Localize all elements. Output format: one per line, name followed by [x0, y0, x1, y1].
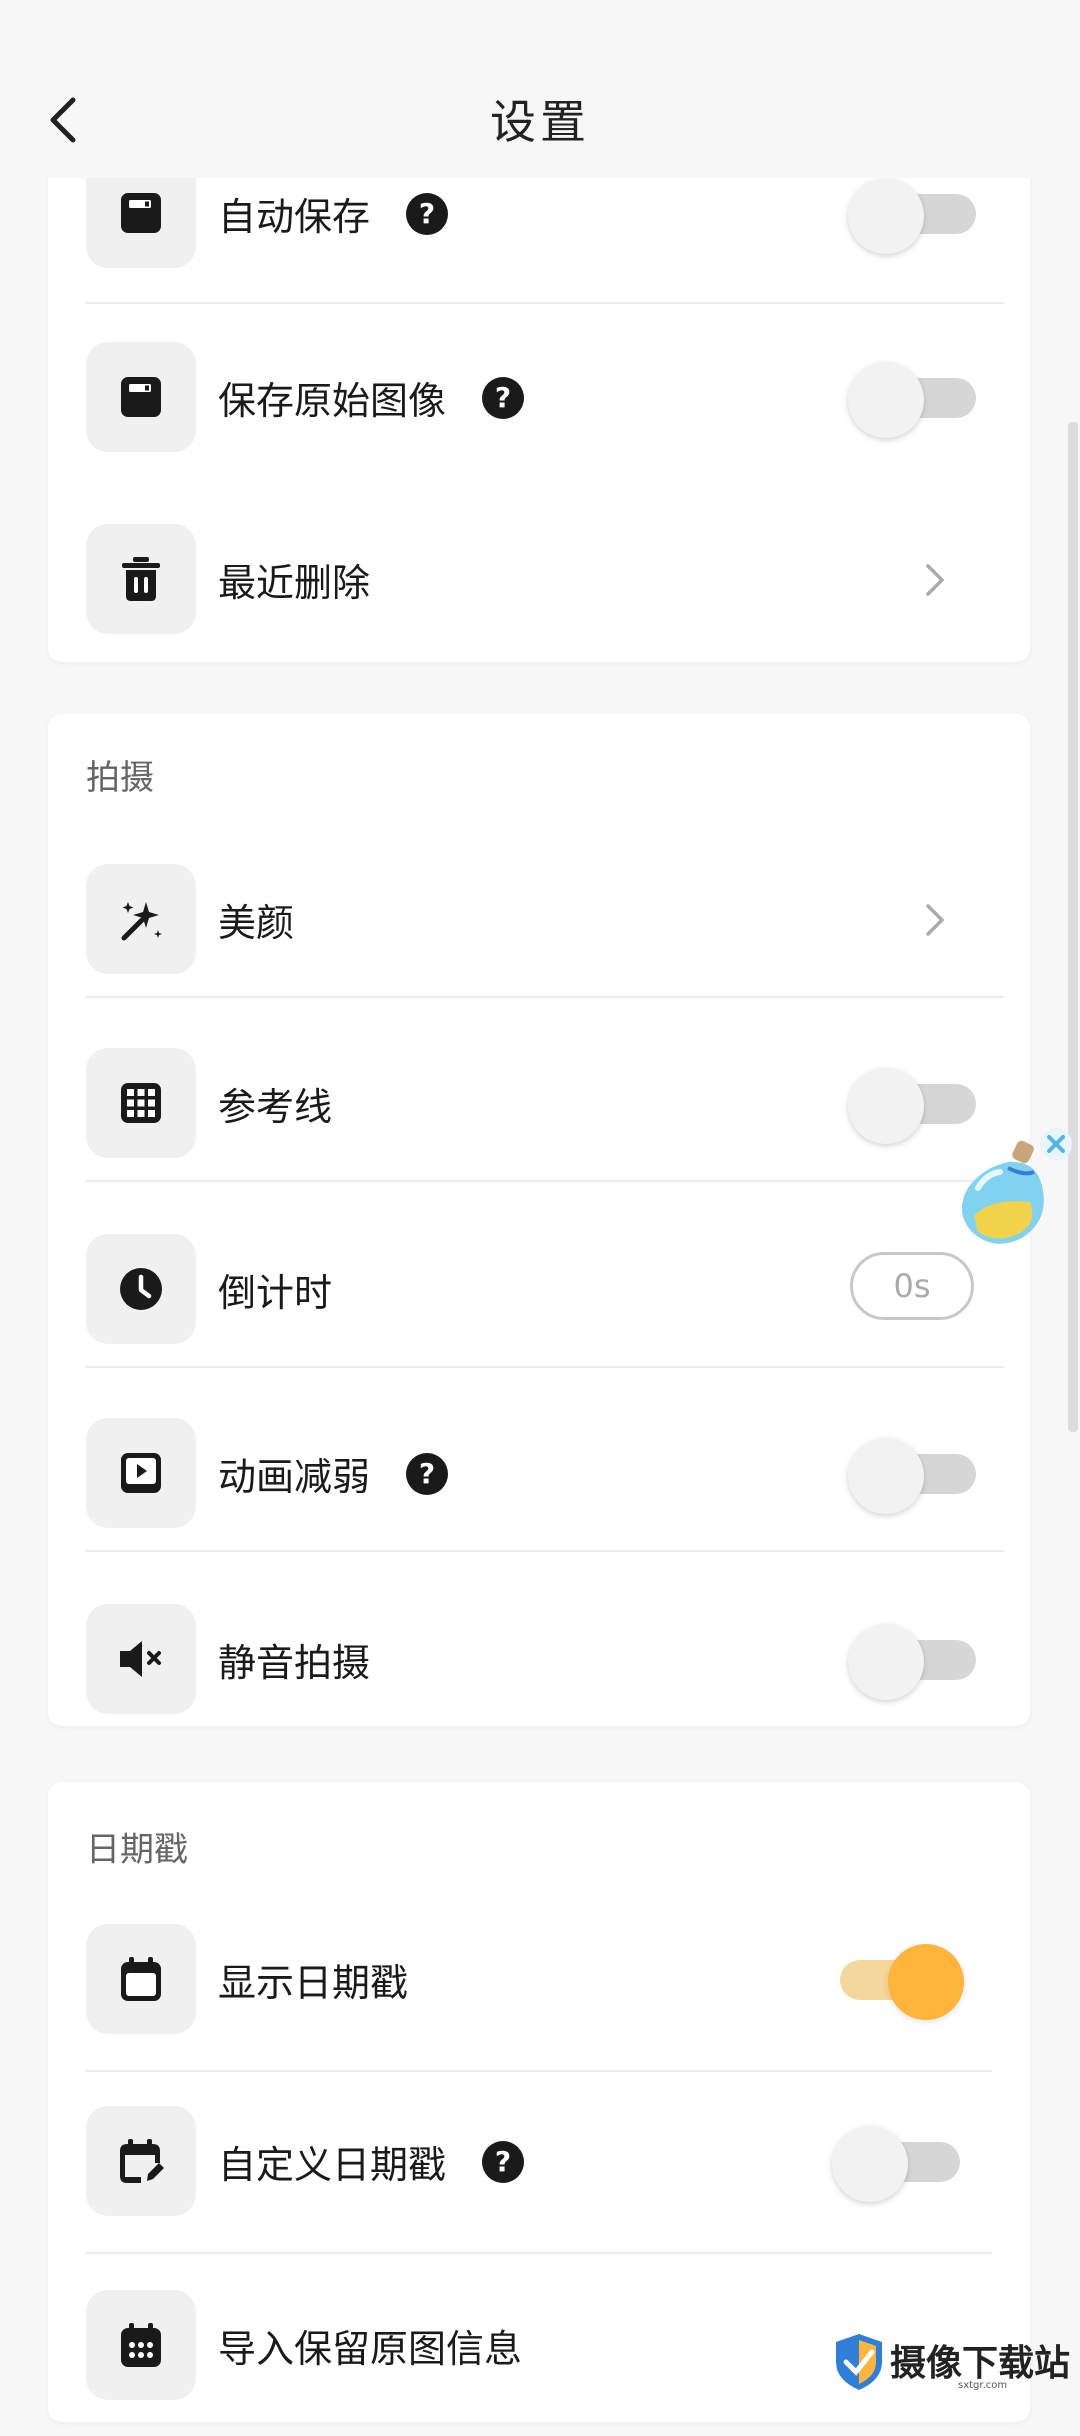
shield-logo-icon [836, 2334, 882, 2390]
calendar-edit-icon [86, 2106, 196, 2216]
grid-lines-label: 参考线 [218, 1085, 333, 1129]
grid-lines-row[interactable]: 参考线 [86, 1010, 1004, 1194]
silent-shooting-label: 静音拍摄 [218, 1641, 371, 1685]
mute-icon [86, 1604, 196, 1714]
beauty-row[interactable]: 美颜 [86, 826, 1004, 1010]
top-bar: 设置 [0, 0, 1080, 178]
save-icon [86, 342, 196, 452]
custom-datestamp-toggle[interactable] [832, 2126, 962, 2202]
section-title-datestamp: 日期戳 [86, 1830, 188, 1870]
play-icon [86, 1418, 196, 1528]
reduce-animation-toggle[interactable] [848, 1438, 978, 1514]
save-original-row[interactable]: 保存原始图像 ? [86, 304, 1004, 488]
show-datestamp-row[interactable]: 显示日期戳 [86, 1886, 1004, 2070]
scrollbar[interactable] [1068, 422, 1078, 1432]
show-datestamp-label: 显示日期戳 [218, 1961, 409, 2005]
divider [86, 1550, 1004, 1552]
help-icon[interactable]: ? [406, 1452, 449, 1495]
magic-wand-icon [86, 864, 196, 974]
save-original-label: 保存原始图像 [218, 379, 447, 423]
floating-ad[interactable] [938, 1128, 1078, 1268]
page-title: 设置 [490, 95, 590, 149]
custom-datestamp-label: 自定义日期戳 [218, 2143, 447, 2187]
storage-card: 自动保存 ? 保存原始图像 ? 最近删除 [48, 150, 1030, 662]
watermark-text: 摄像下载站 [890, 2343, 1071, 2384]
recently-deleted-row[interactable]: 最近删除 [86, 486, 1004, 670]
calendar-dots-icon [86, 2290, 196, 2400]
datestamp-card: 日期戳 显示日期戳 自定义日期戳 ? 导入保留原图信息 [48, 1782, 1030, 2422]
calendar-icon [86, 1924, 196, 2034]
reduce-animation-label: 动画减弱 [218, 1455, 371, 1499]
section-title-shooting: 拍摄 [86, 758, 154, 798]
timer-row[interactable]: 倒计时 0s [86, 1196, 1004, 1380]
watermark-url: sxtgr.com [958, 2380, 1008, 2391]
auto-save-toggle[interactable] [848, 178, 978, 254]
show-datestamp-toggle[interactable] [832, 1944, 964, 2020]
recently-deleted-label: 最近删除 [218, 561, 371, 605]
auto-save-label: 自动保存 [218, 195, 371, 239]
chevron-right-icon [926, 904, 945, 936]
custom-datestamp-row[interactable]: 自定义日期戳 ? [86, 2068, 1004, 2252]
divider [86, 1180, 1004, 1182]
divider [86, 1366, 1004, 1368]
import-keep-info-label: 导入保留原图信息 [218, 2327, 523, 2371]
reduce-animation-row[interactable]: 动画减弱 ? [86, 1380, 1004, 1564]
trash-icon [86, 524, 196, 634]
silent-shooting-row[interactable]: 静音拍摄 [86, 1566, 1004, 1750]
help-icon[interactable]: ? [482, 2140, 525, 2183]
watermark: 摄像下载站 sxtgr.com [830, 2330, 1080, 2400]
chevron-right-icon [926, 564, 945, 596]
silent-shooting-toggle[interactable] [848, 1624, 978, 1700]
beauty-label: 美颜 [218, 901, 295, 945]
help-icon[interactable]: ? [482, 376, 525, 419]
grid-icon [86, 1048, 196, 1158]
shooting-card: 拍摄 美颜 参考线 倒计时 0s 动画减弱 ? 静音拍摄 [48, 714, 1030, 1726]
divider [86, 996, 1004, 998]
grid-lines-toggle[interactable] [848, 1068, 978, 1144]
save-original-toggle[interactable] [848, 362, 978, 438]
help-icon[interactable]: ? [406, 192, 449, 235]
potion-bottle-icon [961, 1128, 1072, 1244]
clock-icon [86, 1234, 196, 1344]
timer-label: 倒计时 [218, 1271, 333, 1315]
